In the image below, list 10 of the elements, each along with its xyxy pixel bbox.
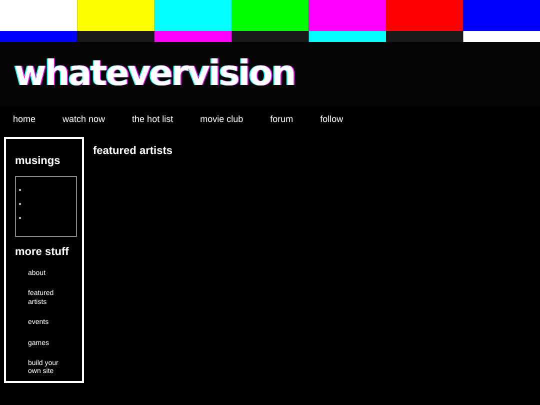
section-heading: musings: [15, 155, 62, 167]
site-title: whatevervision: [14, 54, 295, 94]
main-heading: featured artists: [93, 145, 172, 157]
nav-link[interactable]: the hot list: [132, 114, 174, 124]
nav-link[interactable]: forum: [270, 114, 294, 124]
section-heading: more stuff: [15, 246, 70, 258]
nav-link[interactable]: home: [13, 114, 36, 124]
nav-link[interactable]: movie club: [200, 114, 244, 124]
nav-link[interactable]: follow: [320, 114, 344, 124]
nav-link[interactable]: watch now: [62, 114, 106, 124]
